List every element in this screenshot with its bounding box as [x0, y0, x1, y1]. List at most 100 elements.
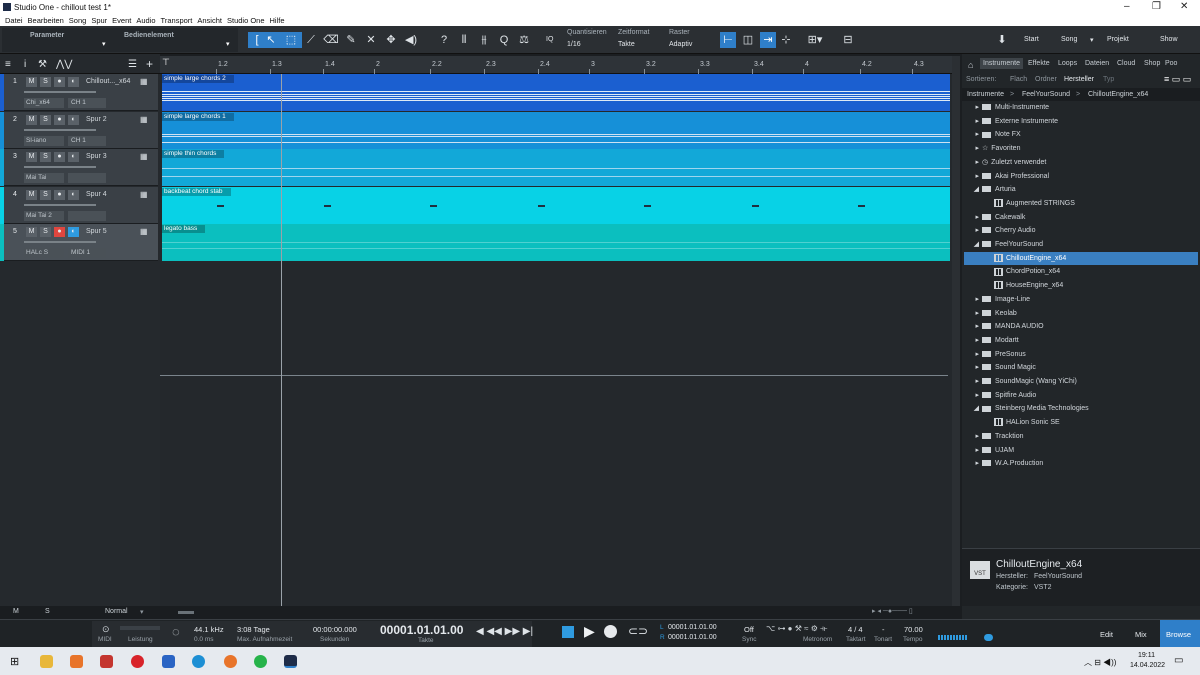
right-locator[interactable]: 00001.01.01.00: [668, 634, 717, 641]
browser-item[interactable]: ◢ Steinberg Media Technologies: [964, 402, 1198, 415]
browser-item[interactable]: ChordPotion_x64: [964, 265, 1198, 278]
bend-tool-icon[interactable]: ✥: [383, 32, 399, 48]
zoom-slider[interactable]: ▸ ◂ ─●─── ▯: [872, 607, 913, 615]
browser-item[interactable]: ▸ W.A.Production: [964, 457, 1198, 470]
browser-item[interactable]: ▸ Cherry Audio: [964, 224, 1198, 237]
browser-item[interactable]: ▸ Image-Line: [964, 293, 1198, 306]
solo-button[interactable]: S: [40, 77, 51, 87]
sort-typ[interactable]: Typ: [1103, 76, 1114, 83]
sort-hersteller[interactable]: Hersteller: [1064, 76, 1094, 83]
zeitformat-select[interactable]: Takte: [618, 41, 635, 48]
record-arm-icon[interactable]: ●: [54, 77, 65, 87]
stop-button[interactable]: [562, 626, 574, 638]
browser-item[interactable]: ▸ MANDA AUDIO: [964, 320, 1198, 333]
toggle-switch[interactable]: [984, 634, 993, 641]
browser-item[interactable]: ▸ SoundMagic (Wang YiChi): [964, 375, 1198, 388]
expand-arrow-icon[interactable]: ▸: [964, 115, 982, 128]
expand-arrow-icon[interactable]: ▸: [964, 307, 982, 320]
menu-datei[interactable]: Datei: [5, 16, 23, 25]
menu-song[interactable]: Song: [69, 16, 87, 25]
browser-item[interactable]: ◢ Arturia: [964, 183, 1198, 196]
track-name[interactable]: Spur 3: [86, 153, 107, 160]
vlc-icon[interactable]: [70, 655, 83, 668]
follow-icon[interactable]: ⇥: [760, 32, 776, 48]
volume-slider[interactable]: [24, 166, 96, 168]
monitor-icon[interactable]: ◐: [68, 227, 79, 237]
tab-pool[interactable]: Poo: [1165, 60, 1177, 67]
browser-item[interactable]: HouseEngine_x64: [964, 279, 1198, 292]
bars-value[interactable]: 00001.01.01.00: [380, 623, 463, 637]
snap-icon[interactable]: ⊢: [720, 32, 736, 48]
file-explorer-icon[interactable]: [40, 655, 53, 668]
mute-button[interactable]: M: [26, 227, 37, 237]
pencil-icon[interactable]: ✎: [343, 32, 359, 48]
browse-button[interactable]: Browse: [1166, 630, 1191, 639]
expand-arrow-icon[interactable]: ▸: [964, 101, 982, 114]
studio-one-icon[interactable]: [284, 655, 297, 668]
volume-slider[interactable]: [24, 203, 96, 206]
expand-arrow-icon[interactable]: ▸: [964, 430, 982, 443]
menu-event[interactable]: Event: [112, 16, 131, 25]
channel-select[interactable]: MIDI 1: [68, 248, 106, 258]
browse-button-bg[interactable]: Browse: [1160, 620, 1200, 648]
instrument-select[interactable]: Sl-iano: [24, 135, 64, 146]
mute-tool-icon[interactable]: ✕: [363, 32, 379, 48]
browser-item[interactable]: ▸ Spitfire Audio: [964, 389, 1198, 402]
info-icon[interactable]: i: [24, 59, 26, 70]
rewind-icon[interactable]: ◀ ◀◀ ▶▶ ▶|: [476, 626, 533, 637]
midi-note[interactable]: [752, 204, 759, 207]
menu-ansicht[interactable]: Ansicht: [197, 16, 222, 25]
projekt-button[interactable]: Projekt: [1107, 36, 1129, 43]
metronome-controls-icon[interactable]: ⌥ ⊶ ● ⚒ ≈ ⚙ ⟛: [766, 624, 827, 634]
browser-item[interactable]: ▸ Multi-Instrumente: [964, 101, 1198, 114]
breadcrumb-feelyoursound[interactable]: FeelYourSound: [1022, 91, 1070, 98]
sort-ordner[interactable]: Ordner: [1035, 76, 1057, 83]
track-header[interactable]: 2 M S ● ◐ Spur 2 ▦ Sl-iano CH 1: [0, 111, 158, 149]
instrument-select[interactable]: Mai Tai: [24, 173, 64, 183]
monitor-icon[interactable]: ◐: [68, 189, 79, 200]
sync-value[interactable]: Off: [744, 625, 754, 634]
menu-icon[interactable]: ≡: [5, 59, 11, 70]
tonart-value[interactable]: -: [882, 625, 885, 634]
whatsapp-icon[interactable]: [254, 655, 267, 668]
app-icon[interactable]: [100, 655, 113, 668]
midi-note[interactable]: [217, 204, 224, 207]
expand-arrow-icon[interactable]: ▸: [964, 348, 982, 361]
mute-button[interactable]: M: [26, 189, 37, 200]
browser-item[interactable]: ▸ Tracktion: [964, 430, 1198, 443]
chrome-icon[interactable]: [131, 655, 144, 668]
home-icon[interactable]: ⌂: [968, 60, 973, 70]
chevron-down-icon[interactable]: ▾: [140, 608, 144, 616]
browser-item[interactable]: ▸ Akai Professional: [964, 170, 1198, 183]
list-view-icon[interactable]: ≡ ▭ ▭: [1164, 74, 1191, 85]
menu-bearbeiten[interactable]: Bearbeiten: [28, 16, 64, 25]
menu-hilfe[interactable]: Hilfe: [270, 16, 285, 25]
track-header[interactable]: 1 M S ● ◐ Chillout..._x64 ▦ Chi_x64 CH 1: [0, 74, 158, 111]
browser-item[interactable]: ▸ Cakewalk: [964, 211, 1198, 224]
browser-item[interactable]: ▸ Externe Instrumente: [964, 115, 1198, 128]
split-tool-icon[interactable]: ⟋: [303, 32, 319, 48]
record-arm-icon[interactable]: ●: [54, 227, 65, 237]
instrument-select[interactable]: HALc S: [24, 248, 64, 258]
horizontal-scrollbar[interactable]: [178, 611, 194, 614]
tray-icons[interactable]: ︿ ⊟ ◀)): [1084, 657, 1116, 668]
track-header[interactable]: 3 M S ● ◐ Spur 3 ▦ Mai Tai: [0, 149, 158, 186]
instrument-select[interactable]: Mai Tai 2: [24, 210, 64, 221]
edit-button[interactable]: Edit: [1100, 630, 1113, 639]
record-arm-icon[interactable]: ●: [54, 152, 65, 162]
expand-arrow-icon[interactable]: ▸: [964, 375, 982, 388]
search-icon[interactable]: Q: [496, 32, 512, 48]
expand-arrow-icon[interactable]: ▸: [964, 170, 982, 183]
range-tool-icon[interactable]: ⬚: [283, 32, 299, 48]
split-cursor-icon[interactable]: ⊹: [778, 32, 794, 48]
volume-slider[interactable]: [24, 91, 96, 93]
expand-arrow-icon[interactable]: ▸: [964, 361, 982, 374]
record-arm-icon[interactable]: ●: [54, 114, 65, 125]
help-icon[interactable]: ?: [436, 32, 452, 48]
tempo-value[interactable]: 70.00: [904, 625, 923, 634]
volume-slider[interactable]: [24, 241, 96, 243]
start-button[interactable]: Start: [1024, 36, 1039, 43]
channel-select[interactable]: [68, 173, 106, 183]
browser-item[interactable]: ▸ Note FX: [964, 128, 1198, 141]
solo-button[interactable]: S: [40, 227, 51, 237]
